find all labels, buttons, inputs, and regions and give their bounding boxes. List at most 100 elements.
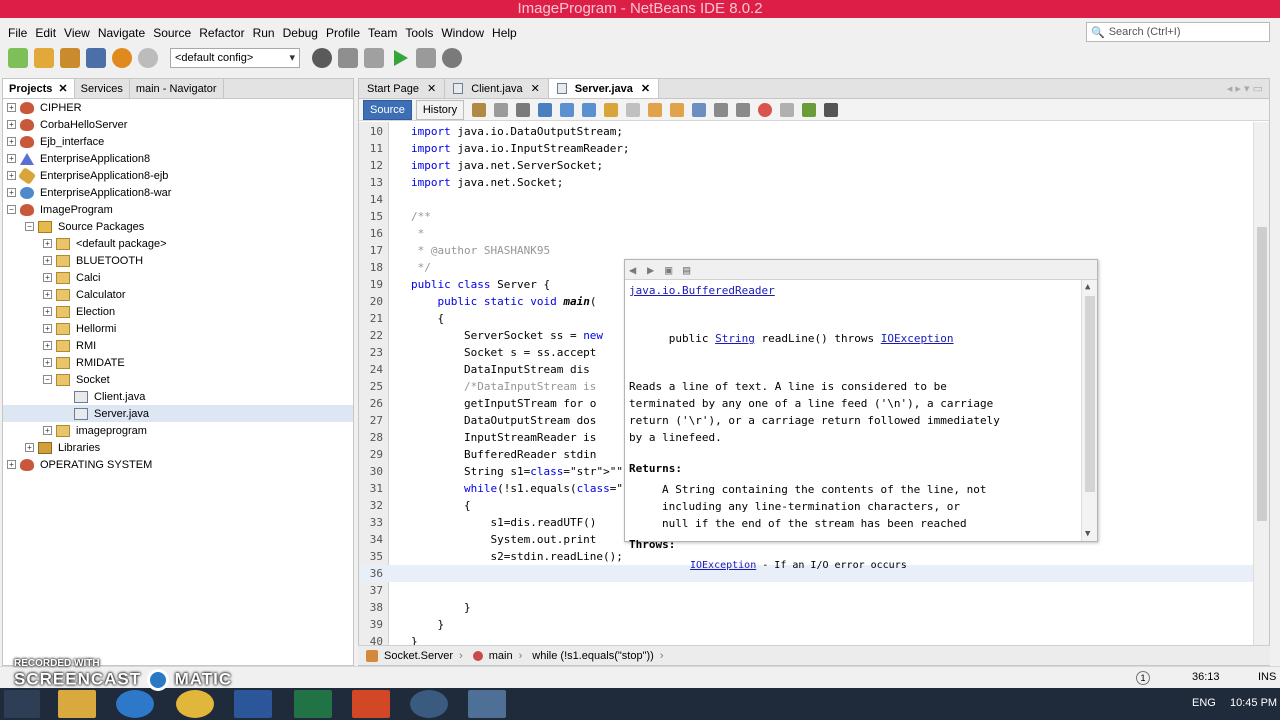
tree-item[interactable]: + EnterpriseApplication8-war	[3, 184, 353, 201]
expand-icon[interactable]: +	[7, 460, 16, 469]
menu-help[interactable]: Help	[488, 26, 521, 40]
back-arrow-icon[interactable]: ◀	[629, 264, 643, 276]
file-explorer-icon[interactable]	[58, 690, 96, 718]
close-icon[interactable]: ✕	[641, 79, 650, 99]
tab-navigator[interactable]: main - Navigator	[130, 79, 224, 98]
scroll-thumb[interactable]	[1257, 227, 1267, 521]
tree-item[interactable]: + OPERATING SYSTEM	[3, 456, 353, 473]
tree-item[interactable]: + <default package>	[3, 235, 353, 252]
back-icon[interactable]	[494, 102, 509, 117]
menu-edit[interactable]: Edit	[31, 26, 60, 40]
menu-team[interactable]: Team	[364, 26, 401, 40]
expand-icon[interactable]: +	[43, 307, 52, 316]
new-file-icon[interactable]	[8, 48, 28, 68]
next-bookmark-icon[interactable]	[670, 102, 685, 117]
tree-item[interactable]: + Calculator	[3, 286, 353, 303]
expand-icon[interactable]: +	[43, 324, 52, 333]
breadcrumb-class[interactable]: Socket.Server ›	[366, 649, 463, 662]
debug-icon[interactable]	[416, 48, 436, 68]
expand-icon[interactable]: +	[43, 426, 52, 435]
sig-type-link[interactable]: String	[715, 332, 755, 345]
toggle-bookmark-icon[interactable]	[692, 102, 707, 117]
tab-client-java[interactable]: Client.java ✕	[445, 79, 549, 98]
expand-icon[interactable]: +	[43, 273, 52, 282]
uncomment-icon[interactable]	[824, 102, 839, 117]
expand-icon[interactable]: +	[7, 103, 16, 112]
class-link[interactable]: java.io.BufferedReader	[629, 284, 775, 297]
tree-item[interactable]: + RMIDATE	[3, 354, 353, 371]
tree-item[interactable]: + Calci	[3, 269, 353, 286]
collapse-icon[interactable]: −	[7, 205, 16, 214]
find-next-icon[interactable]	[582, 102, 597, 117]
tree-item[interactable]: Server.java	[3, 405, 353, 422]
source-button[interactable]: Source	[363, 99, 412, 120]
profile-icon[interactable]	[442, 48, 462, 68]
open-project-icon[interactable]	[60, 48, 80, 68]
tree-item[interactable]: + EnterpriseApplication8	[3, 150, 353, 167]
toggle-highlight-icon[interactable]	[604, 102, 619, 117]
redo-icon[interactable]	[138, 48, 158, 68]
tree-item[interactable]: + CIPHER	[3, 99, 353, 116]
find-icon[interactable]	[538, 102, 553, 117]
tab-services[interactable]: Services	[75, 79, 130, 98]
tab-projects[interactable]: Projects ✕	[3, 79, 75, 98]
code-line[interactable]: 39 }	[359, 616, 1253, 633]
tree-item[interactable]: + Libraries	[3, 439, 353, 456]
forward-icon[interactable]	[516, 102, 531, 117]
tree-item[interactable]: + CorbaHelloServer	[3, 116, 353, 133]
internet-explorer-icon[interactable]	[116, 690, 154, 718]
expand-icon[interactable]: +	[7, 137, 16, 146]
menu-run[interactable]: Run	[249, 26, 279, 40]
expand-icon[interactable]: +	[43, 256, 52, 265]
tab-start-page[interactable]: Start Page ✕	[359, 79, 446, 99]
code-line[interactable]: 14	[359, 191, 1253, 208]
tree-item[interactable]: + imageprogram	[3, 422, 353, 439]
config-select[interactable]: <default config>	[170, 48, 300, 68]
code-line[interactable]: 13 import java.net.Socket;	[359, 174, 1253, 191]
code-line[interactable]: 17 * @author SHASHANK95	[359, 242, 1253, 259]
tree-item[interactable]: Client.java	[3, 388, 353, 405]
javadoc-scrollbar[interactable]: ▲ ▼	[1081, 280, 1097, 541]
close-icon[interactable]: ✕	[58, 79, 67, 99]
netbeans-icon[interactable]	[468, 690, 506, 718]
clean-build-icon[interactable]	[364, 48, 384, 68]
menu-source[interactable]: Source	[149, 26, 195, 40]
screencast-icon[interactable]	[410, 690, 448, 718]
editor-scrollbar[interactable]	[1253, 122, 1269, 646]
save-all-icon[interactable]	[86, 48, 106, 68]
tree-item[interactable]: + EnterpriseApplication8-ejb	[3, 166, 353, 185]
expand-icon[interactable]: +	[7, 120, 16, 129]
throws-exception-link[interactable]: IOException	[690, 560, 756, 571]
start-button[interactable]	[4, 690, 40, 718]
expand-icon[interactable]: +	[25, 443, 34, 452]
close-icon[interactable]: ✕	[427, 79, 436, 99]
start-macro-icon[interactable]	[758, 102, 773, 117]
menu-view[interactable]: View	[60, 26, 94, 40]
tree-item[interactable]: − Socket	[3, 371, 353, 388]
find-previous-icon[interactable]	[560, 102, 575, 117]
chrome-icon[interactable]	[176, 690, 214, 718]
language-indicator[interactable]: ENG	[1192, 697, 1216, 709]
tree-item[interactable]: + RMI	[3, 337, 353, 354]
menu-window[interactable]: Window	[437, 26, 488, 40]
previous-bookmark-icon[interactable]	[648, 102, 663, 117]
code-line[interactable]: 15 /**	[359, 208, 1253, 225]
menu-tools[interactable]: Tools	[401, 26, 437, 40]
scroll-up-icon[interactable]: ▲	[1085, 282, 1090, 292]
code-line[interactable]: 38 }	[359, 599, 1253, 616]
menu-refactor[interactable]: Refactor	[195, 26, 248, 40]
close-icon[interactable]: ✕	[531, 79, 540, 99]
shift-right-icon[interactable]	[736, 102, 751, 117]
tab-server-java[interactable]: Server.java ✕	[548, 79, 660, 99]
menu-debug[interactable]: Debug	[279, 26, 322, 40]
forward-arrow-icon[interactable]: ▶	[647, 264, 661, 276]
toggle-rectangular-icon[interactable]	[626, 102, 641, 117]
expand-icon[interactable]: +	[43, 341, 52, 350]
globe-icon[interactable]	[312, 48, 332, 68]
word-icon[interactable]	[234, 690, 272, 718]
run-icon[interactable]	[394, 50, 408, 66]
javadoc-scroll-thumb[interactable]	[1085, 296, 1095, 492]
search-field[interactable]: 🔍 Search (Ctrl+I)	[1086, 22, 1270, 42]
code-line[interactable]: 11 import java.io.InputStreamReader;	[359, 140, 1253, 157]
menu-file[interactable]: File	[4, 26, 31, 40]
